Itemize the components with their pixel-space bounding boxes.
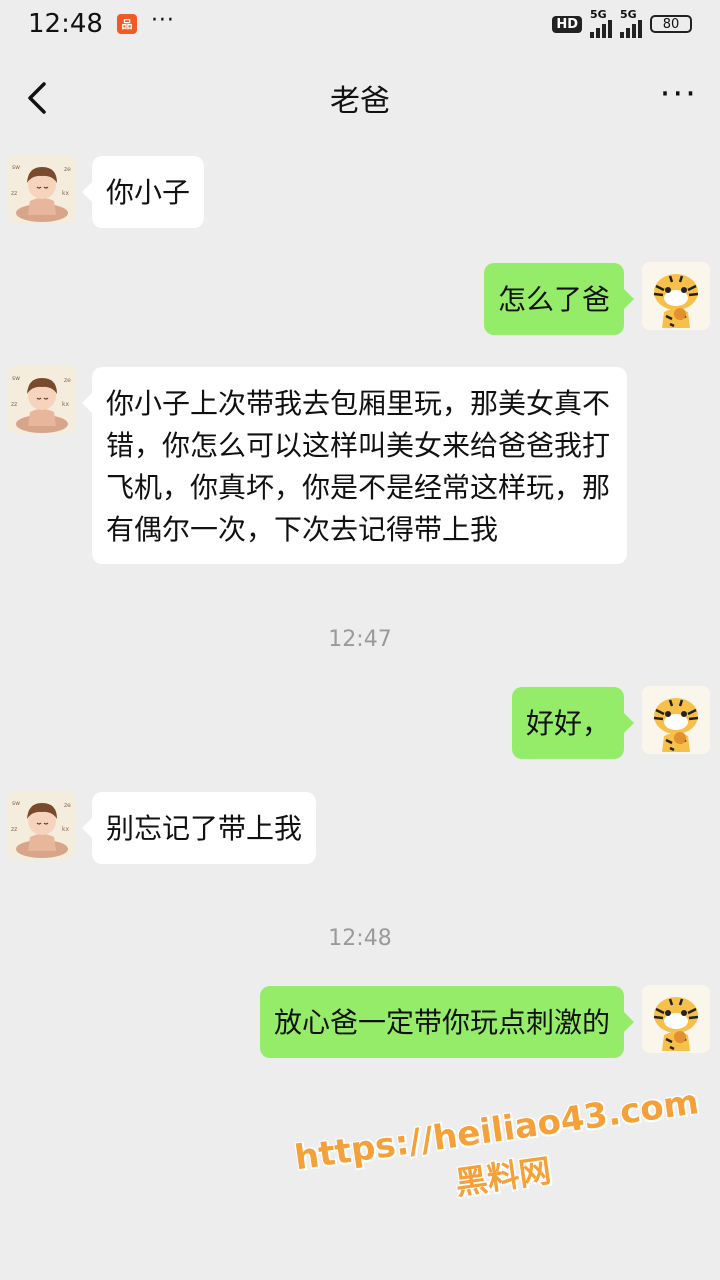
svg-text:kx: kx — [62, 826, 69, 833]
more-options-icon[interactable]: ··· — [660, 77, 698, 111]
message-bubble-incoming[interactable]: 你小子 — [81, 156, 205, 228]
back-arrow-icon[interactable] — [22, 80, 58, 116]
network-label-2: 5G — [620, 8, 637, 21]
chat-header: 老爸 ··· — [0, 48, 720, 148]
signal-icon-1: 5G — [590, 8, 612, 38]
svg-text:zz: zz — [11, 401, 17, 408]
tiger-avatar-icon — [642, 262, 710, 330]
network-label-1: 5G — [590, 8, 607, 21]
message-bubble-outgoing[interactable]: 好好， — [511, 687, 635, 759]
svg-text:kx: kx — [62, 401, 69, 408]
watermark: https://heiliao43.com 黑料网 — [286, 1081, 714, 1227]
hd-icon: HD — [552, 15, 582, 33]
svg-text:zz: zz — [11, 826, 17, 833]
message-bubble-incoming[interactable]: 你小子上次带我去包厢里玩，那美女真不错，你怎么可以这样叫美女来给爸爸我打飞机，你… — [82, 367, 627, 564]
signal-icon-2: 5G — [620, 8, 642, 38]
message-timestamp: 12:47 — [328, 627, 392, 652]
more-notifications-icon: ··· — [150, 7, 175, 33]
svg-text:kx: kx — [62, 190, 69, 197]
status-time: 12:48 — [28, 9, 103, 39]
contact-avatar[interactable]: sw ze kx zz — [8, 155, 76, 223]
status-left: 12:48 品 ··· — [28, 7, 175, 40]
app-notification-icon: 品 — [116, 14, 137, 34]
svg-text:sw: sw — [12, 800, 20, 807]
user-avatar[interactable] — [642, 262, 710, 330]
tiger-avatar-icon — [642, 686, 710, 754]
svg-text:sw: sw — [12, 164, 20, 171]
svg-text:ze: ze — [64, 377, 71, 384]
chat-title: 老爸 — [330, 84, 390, 119]
user-avatar[interactable] — [642, 985, 710, 1053]
contact-avatar[interactable]: sw ze kx zz — [8, 791, 76, 859]
battery-icon: 80 — [650, 15, 692, 33]
svg-text:zz: zz — [11, 190, 17, 197]
svg-text:ze: ze — [64, 802, 71, 809]
message-bubble-outgoing[interactable]: 放心爸一定带你玩点刺激的 — [259, 986, 635, 1058]
svg-text:ze: ze — [64, 166, 71, 173]
status-bar: 12:48 品 ··· HD 5G 5G 80 — [0, 0, 720, 48]
contact-avatar[interactable]: sw ze kx zz — [8, 366, 76, 434]
boy-avatar-icon: sw ze kx zz — [8, 791, 76, 859]
message-bubble-outgoing[interactable]: 怎么了爸 — [483, 263, 635, 335]
message-timestamp: 12:48 — [328, 926, 392, 951]
user-avatar[interactable] — [642, 686, 710, 754]
status-right: HD 5G 5G 80 — [552, 8, 692, 38]
message-bubble-incoming[interactable]: 别忘记了带上我 — [81, 792, 317, 864]
boy-avatar-icon: sw ze kx zz — [8, 155, 76, 223]
tiger-avatar-icon — [642, 985, 710, 1053]
boy-avatar-icon: sw ze kx zz — [8, 366, 76, 434]
svg-text:sw: sw — [12, 375, 20, 382]
